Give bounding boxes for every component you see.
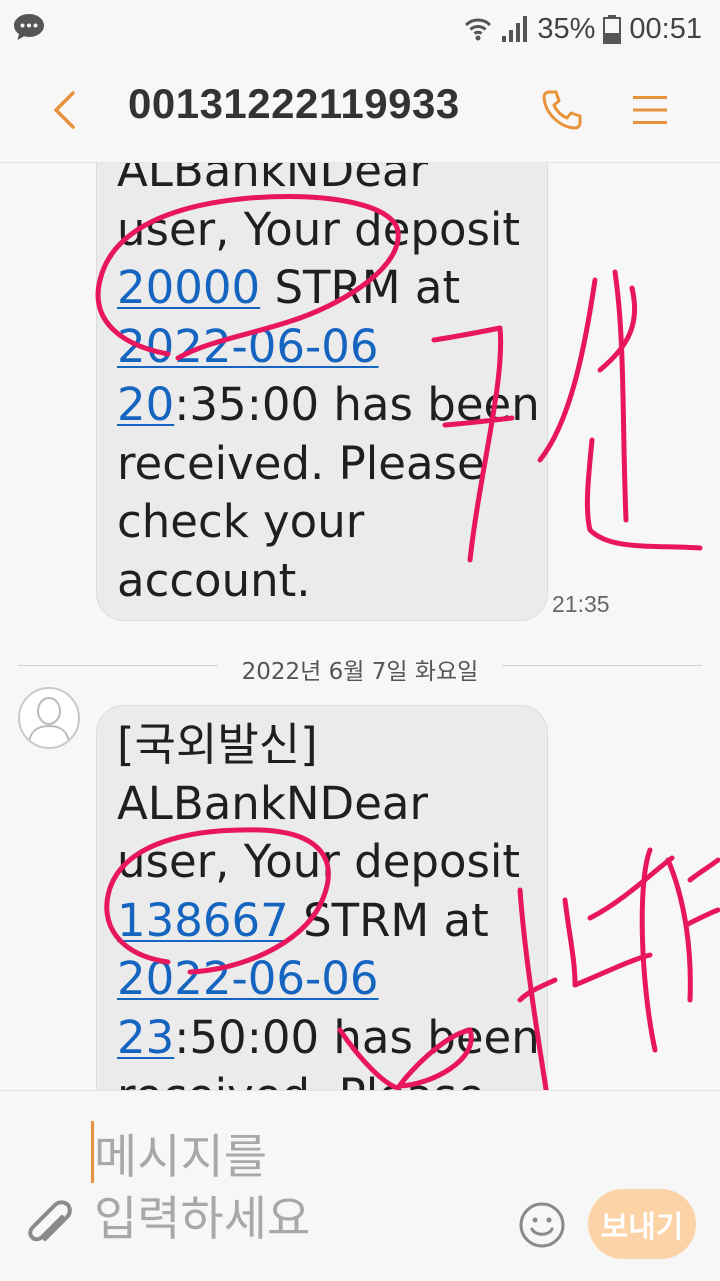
battery-icon [603, 14, 622, 44]
message-bubble[interactable]: [국외발신] ALBankNDear user, Your deposit 13866… [96, 705, 548, 1090]
message-link[interactable]: 20000 [117, 261, 260, 314]
conversation-view[interactable]: ALBankNDear user, Your deposit 20000 STRM … [0, 163, 720, 1090]
message-line: user, Your deposit [117, 201, 527, 260]
date-divider: 2022년 6월 7일 화요일 [18, 655, 702, 685]
message-input[interactable]: 메시지를 입력하세요 [94, 1127, 394, 1251]
app-bar: 00131222119933 [0, 58, 720, 163]
message-text: [국외발신] [117, 718, 318, 771]
message-line: 138667 STRM at [117, 892, 527, 951]
signal-icon [501, 14, 529, 44]
call-button[interactable] [534, 82, 590, 138]
emoji-button[interactable] [518, 1201, 566, 1249]
message-text: received. Please [117, 1069, 485, 1090]
message-line: 20000 STRM at [117, 259, 527, 318]
chat-bubble-icon [12, 12, 46, 42]
date-divider-text: 2022년 6월 7일 화요일 [241, 659, 479, 685]
message-line: user, Your deposit [117, 833, 527, 892]
message-line: 2022-06-06 [117, 950, 527, 1009]
send-button[interactable]: 보내기 [588, 1189, 696, 1259]
message-line: received. Please [117, 435, 527, 494]
message-link[interactable]: 23 [117, 1011, 174, 1064]
status-bar: 35% 00:51 [0, 0, 720, 58]
message-time: 21:35 [552, 591, 610, 617]
message-line: ALBankNDear [117, 163, 527, 201]
placeholder-line: 입력하세요 [94, 1192, 311, 1247]
message-text: account. [117, 553, 311, 607]
message-link[interactable]: 2022-06-06 [117, 320, 379, 373]
phone-icon [542, 90, 582, 130]
message-line: 23:50:00 has been [117, 1009, 540, 1068]
divider-line [18, 665, 218, 666]
message-input-bar: 메시지를 입력하세요 보내기 [0, 1090, 720, 1281]
message-text: STRM at [260, 261, 461, 314]
message-bubble[interactable]: ALBankNDear user, Your deposit 20000 STRM … [96, 163, 548, 621]
message-line: received. Please [117, 1067, 527, 1090]
emoji-smile-icon [519, 1202, 565, 1248]
paperclip-icon [28, 1200, 72, 1242]
message-text: user, Your deposit [117, 835, 521, 888]
attach-button[interactable] [22, 1199, 78, 1255]
wifi-icon [463, 14, 493, 44]
message-line: account. [117, 552, 527, 611]
message-line: [국외발신] [117, 716, 527, 775]
avatar[interactable] [18, 687, 80, 749]
message-line: 20:35:00 has been [117, 376, 540, 435]
message-text: :50:00 has been [174, 1010, 540, 1064]
message-link[interactable]: 20 [117, 378, 174, 431]
message-line: 2022-06-06 [117, 318, 527, 377]
divider-line [502, 665, 702, 666]
message-text: check your [117, 495, 365, 548]
clock: 00:51 [629, 12, 702, 45]
battery-percent: 35% [537, 12, 596, 45]
message-text: ALBankNDear [117, 163, 428, 197]
person-icon [28, 697, 70, 744]
message-text: user, Your deposit [117, 202, 521, 256]
message-text: :35:00 has been [174, 378, 540, 431]
hamburger-menu-icon [633, 96, 667, 124]
message-link[interactable]: 2022-06-06 [117, 952, 379, 1005]
back-chevron-icon [54, 91, 75, 129]
placeholder-line: 메시지를 [94, 1130, 267, 1185]
conversation-title: 00131222119933 [128, 80, 460, 127]
message-text: received. Please [117, 436, 485, 490]
message-text: ALBankNDear [117, 776, 428, 830]
message-line: ALBankNDear [117, 775, 527, 834]
message-link[interactable]: 138667 [117, 894, 289, 947]
menu-button[interactable] [622, 82, 678, 138]
back-button[interactable] [40, 82, 88, 138]
message-line: check your [117, 493, 527, 552]
message-text: STRM at [288, 893, 489, 947]
